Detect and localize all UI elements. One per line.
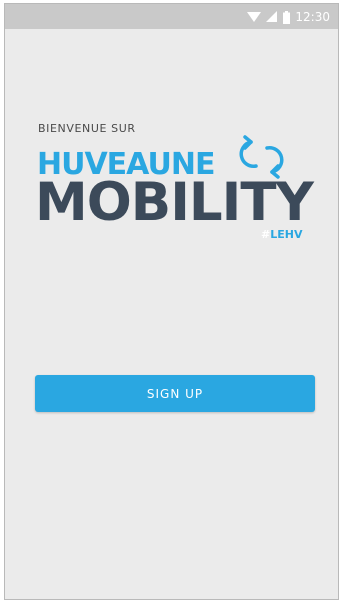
- logo-tag-text: LEHV: [270, 228, 303, 241]
- wifi-icon: [247, 12, 262, 22]
- signal-icon: [266, 11, 278, 22]
- logo-tag-hash: #: [261, 228, 270, 241]
- recycle-arrows-icon: [239, 135, 284, 179]
- status-icons: 12:30: [247, 7, 330, 27]
- sign-up-button[interactable]: SIGN UP: [35, 375, 315, 412]
- logo-line-2: MOBILITY: [35, 172, 315, 233]
- logo-tag: #LEHV: [261, 228, 303, 241]
- status-bar: 12:30: [5, 4, 338, 29]
- status-time: 12:30: [295, 10, 330, 24]
- phone-screen: 12:30 BIENVENUE SUR HUVEAUNE MOBILITY #L…: [4, 3, 339, 600]
- app-logo: HUVEAUNE MOBILITY #LEHV: [35, 135, 316, 241]
- battery-icon: [283, 10, 291, 24]
